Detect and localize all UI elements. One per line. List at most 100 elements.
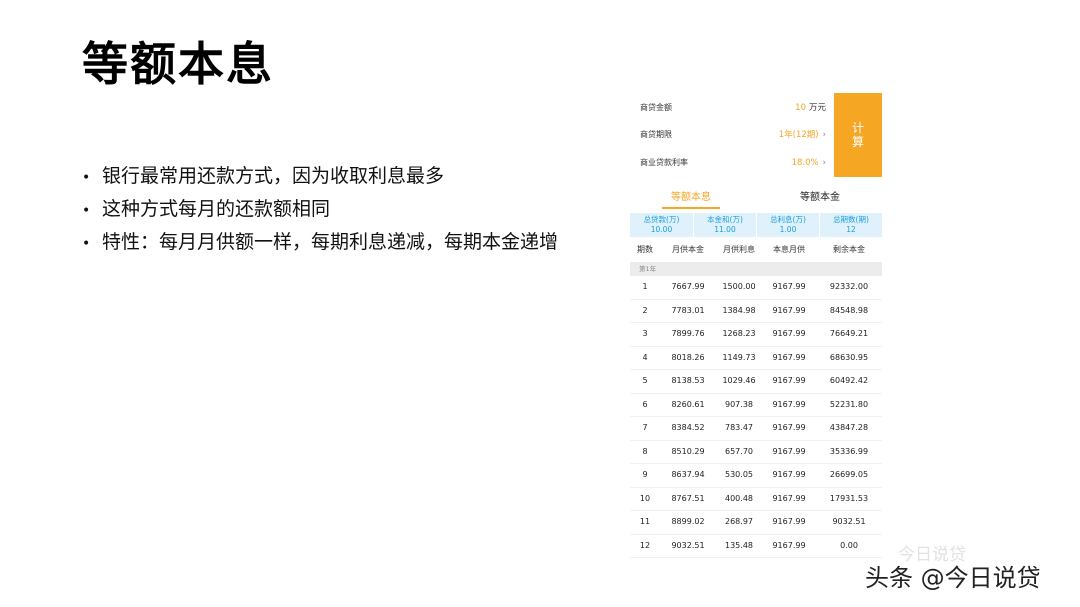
table-cell: 9	[642, 470, 648, 479]
table-cell: 6	[642, 399, 648, 409]
table-cell: 8384.52	[671, 423, 705, 432]
table-cell: 268.97	[725, 517, 753, 526]
table-cell: 8637.94	[671, 470, 705, 479]
table-row: 6 8260.61 907.38 9167.99 52231.80	[630, 394, 882, 417]
bullet-item: • 这种方式每月的还款额相同	[82, 193, 558, 226]
table-cell: 9167.99	[772, 423, 806, 432]
bullet-dot-icon: •	[82, 170, 91, 186]
column-header: 月供本金	[672, 245, 704, 254]
summary-total-interest: 总利息(万) 1.00	[756, 213, 819, 237]
table-row: 5 8138.53 1029.46 9167.99 60492.42	[630, 370, 882, 394]
table-cell: 9167.99	[772, 305, 806, 315]
table-cell: 8260.61	[671, 399, 705, 409]
loan-rate-row[interactable]: 商业贷款利率 18.0% ›	[630, 149, 830, 177]
table-cell: 10	[639, 493, 651, 503]
table-cell: 60492.42	[829, 376, 869, 385]
slide-title: 等额本息	[82, 37, 274, 91]
table-cell: 1149.73	[722, 352, 756, 362]
bullet-dot-icon: •	[82, 203, 91, 219]
table-row: 2 7783.01 1384.98 9167.99 84548.98	[630, 300, 882, 323]
loan-term-value[interactable]: 1年(12期) ›	[779, 121, 826, 149]
bullet-list: • 银行最常用还款方式，因为收取利息最多 • 这种方式每月的还款额相同 • 特性：每月…	[82, 160, 558, 259]
column-header: 本息月供	[773, 245, 805, 254]
table-cell: 8138.53	[671, 376, 705, 385]
table-cell: 9167.99	[772, 446, 806, 456]
table-row: 1 7667.99 1500.00 9167.99 92332.00	[630, 276, 882, 300]
table-cell: 3	[642, 329, 648, 338]
loan-amount-unit: 万元	[808, 103, 826, 113]
loan-calculator-screenshot: 商贷金额 10 万元 商贷期限 1年(12期) › 商业贷款利率 18.0% › 计算…	[630, 93, 882, 558]
loan-rate-label: 商业贷款利率	[640, 158, 688, 167]
year-section-header: 第1年	[630, 262, 882, 276]
summary-total-repay: 本金和(万) 11.00	[693, 213, 756, 237]
table-cell: 9032.51	[671, 540, 705, 550]
repayment-tabs: 等额本息 等额本金	[630, 189, 882, 209]
table-cell: 7	[642, 423, 648, 432]
table-cell: 135.48	[725, 540, 753, 550]
schedule-table-header: 期数 月供本金 月供利息 本息月供 剩余本金	[630, 241, 882, 259]
table-row: 3 7899.76 1268.23 9167.99 76649.21	[630, 323, 882, 347]
summary-total-periods: 总期数(期) 12	[819, 213, 882, 237]
table-cell: 530.05	[725, 470, 753, 479]
table-cell: 9167.99	[772, 517, 806, 526]
table-cell: 9167.99	[772, 282, 806, 291]
bullet-text: 这种方式每月的还款额相同	[102, 198, 331, 220]
table-cell: 783.47	[725, 423, 753, 432]
table-cell: 52231.80	[829, 399, 869, 409]
tab-equal-installment[interactable]: 等额本息	[662, 189, 720, 209]
table-cell: 1384.98	[722, 305, 756, 315]
loan-rate-value[interactable]: 18.0% ›	[792, 149, 826, 177]
table-cell: 4	[642, 352, 648, 362]
table-row: 9 8637.94 530.05 9167.99 26699.05	[630, 464, 882, 488]
table-cell: 8899.02	[671, 517, 705, 526]
table-row: 8 8510.29 657.70 9167.99 35336.99	[630, 441, 882, 464]
loan-amount-row[interactable]: 商贷金额 10 万元	[630, 94, 830, 122]
table-cell: 9167.99	[772, 399, 806, 409]
table-cell: 68630.95	[829, 352, 869, 362]
loan-summary-bar: 总贷款(万) 10.00 本金和(万) 11.00 总利息(万) 1.00 总期数(期…	[630, 213, 882, 237]
schedule-table-body: 1 7667.99 1500.00 9167.99 92332.00 2 7783.01 13…	[630, 276, 882, 558]
toutiao-watermark: 头条 @今日说贷	[865, 564, 1041, 592]
chevron-right-icon: ›	[822, 130, 826, 140]
table-cell: 8767.51	[671, 493, 705, 503]
chevron-right-icon: ›	[822, 158, 826, 168]
bullet-item: • 银行最常用还款方式，因为收取利息最多	[82, 160, 558, 193]
table-row: 12 9032.51 135.48 9167.99 0.00	[630, 535, 882, 558]
table-cell: 1	[642, 282, 648, 291]
table-cell: 76649.21	[829, 329, 869, 338]
bullet-dot-icon: •	[82, 236, 91, 252]
table-cell: 43847.28	[829, 423, 869, 432]
table-cell: 8	[642, 446, 648, 456]
table-cell: 7783.01	[671, 305, 705, 315]
table-cell: 35336.99	[829, 446, 869, 456]
table-cell: 92332.00	[829, 282, 869, 291]
table-cell: 8018.26	[671, 352, 705, 362]
bullet-text: 特性：每月月供额一样，每期利息递减，每期本金递增	[102, 231, 559, 253]
table-cell: 9167.99	[772, 376, 806, 385]
table-cell: 9167.99	[772, 470, 806, 479]
table-cell: 11	[639, 517, 651, 526]
tab-equal-principal[interactable]: 等额本金	[790, 189, 850, 207]
table-cell: 1029.46	[722, 376, 756, 385]
table-cell: 907.38	[725, 399, 753, 409]
table-row: 4 8018.26 1149.73 9167.99 68630.95	[630, 347, 882, 370]
table-cell: 12	[639, 540, 651, 550]
summary-total-loan: 总贷款(万) 10.00	[643, 215, 680, 234]
table-cell: 400.48	[725, 493, 753, 503]
table-cell: 7667.99	[671, 282, 705, 291]
table-cell: 17931.53	[829, 493, 869, 503]
bullet-item: • 特性：每月月供额一样，每期利息递减，每期本金递增	[82, 226, 558, 259]
table-row: 11 8899.02 268.97 9167.99 9032.51	[630, 511, 882, 535]
table-cell: 1500.00	[722, 282, 756, 291]
table-cell: 26699.05	[829, 470, 869, 479]
column-header: 期数	[637, 245, 653, 254]
loan-term-row[interactable]: 商贷期限 1年(12期) ›	[630, 121, 830, 149]
calculate-button[interactable]: 计算	[834, 93, 882, 177]
loan-amount-value[interactable]: 10 万元	[795, 94, 826, 122]
table-cell: 9167.99	[772, 352, 806, 362]
table-cell: 9167.99	[772, 493, 806, 503]
bullet-text: 银行最常用还款方式，因为收取利息最多	[102, 165, 445, 187]
table-cell: 657.70	[725, 446, 753, 456]
table-row: 10 8767.51 400.48 9167.99 17931.53	[630, 488, 882, 511]
table-cell: 84548.98	[829, 305, 869, 315]
